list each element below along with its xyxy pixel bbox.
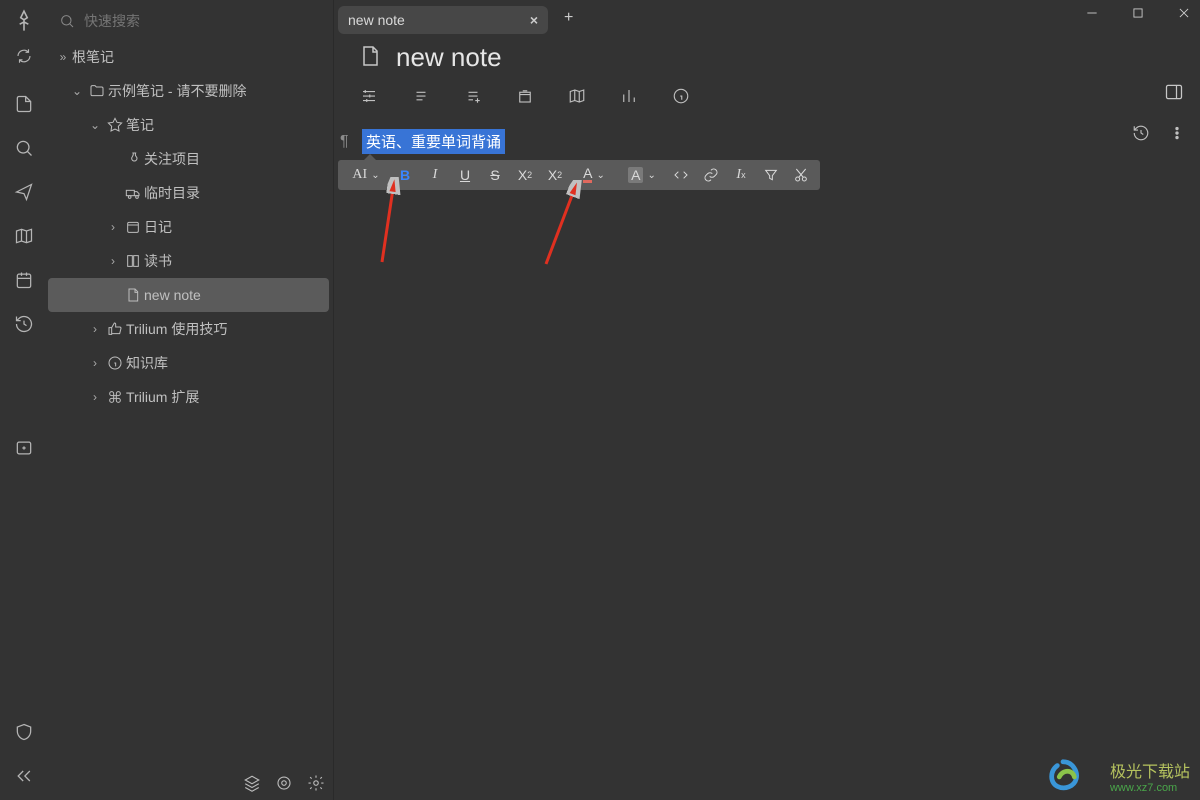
sync-icon[interactable] (10, 42, 38, 70)
selected-text[interactable]: 英语、重要单词背诵 (362, 129, 505, 154)
tree-item-examples[interactable]: ⌄ 示例笔记 - 请不要删除 (52, 74, 325, 108)
filter-icon[interactable] (756, 162, 786, 188)
link-button[interactable] (696, 162, 726, 188)
tree-label: 日记 (144, 217, 172, 237)
new-tab-button[interactable]: + (554, 9, 583, 27)
code-button[interactable] (666, 162, 696, 188)
tree-item-reading[interactable]: › 读书 (52, 244, 325, 278)
add-attr-icon[interactable] (462, 85, 484, 107)
layers-icon[interactable] (241, 772, 263, 794)
properties-icon[interactable] (358, 85, 380, 107)
tree-item-ext[interactable]: › Trilium 扩展 (52, 380, 325, 414)
tree-item-tips[interactable]: › Trilium 使用技巧 (52, 312, 325, 346)
basic-props-icon[interactable] (410, 85, 432, 107)
note-toolbar (334, 77, 1200, 117)
strike-button[interactable]: S (480, 162, 510, 188)
toggle-panel-icon[interactable] (1164, 82, 1184, 105)
protected-session-icon[interactable] (10, 434, 38, 462)
chevron-down-icon[interactable]: ⌄ (68, 84, 86, 98)
new-note-icon[interactable] (10, 90, 38, 118)
thumbs-up-icon (104, 321, 126, 337)
tree-item-notes[interactable]: ⌄ 笔记 (52, 108, 325, 142)
clear-format-button[interactable]: Ix (726, 162, 756, 188)
chevron-right-icon[interactable]: › (86, 322, 104, 336)
collapse-sidebar-icon[interactable] (10, 762, 38, 790)
formatting-toolbar: AI⌄ B I U S X2 X2 A⌄ A⌄ Ix (338, 160, 820, 190)
maximize-button[interactable] (1128, 6, 1148, 23)
tree-item-new-note[interactable]: new note (48, 278, 329, 312)
send-icon[interactable] (10, 178, 38, 206)
tree-item-kb[interactable]: › 知识库 (52, 346, 325, 380)
info-circle-icon[interactable] (670, 85, 692, 107)
tree-label: 关注项目 (144, 149, 200, 169)
chart-icon[interactable] (618, 85, 640, 107)
shield-icon[interactable] (10, 718, 38, 746)
flame-icon (122, 151, 144, 167)
calendar-small-icon (122, 219, 144, 235)
quick-search-input[interactable] (84, 13, 323, 29)
chevron-right-icon[interactable]: › (104, 220, 122, 234)
target-icon[interactable] (273, 772, 295, 794)
close-tab-icon[interactable]: × (530, 12, 538, 28)
note-title-icon (358, 44, 382, 71)
bold-button[interactable]: B (390, 162, 420, 188)
main-panel: new note ¶ 英语、重要单词背诵 (334, 36, 1200, 800)
quick-search-icon (58, 12, 76, 30)
close-window-button[interactable] (1174, 6, 1194, 23)
watermark-title: 极光下载站 (1110, 758, 1190, 782)
chevron-right-icon[interactable]: › (104, 254, 122, 268)
star-icon (104, 117, 126, 133)
logo-trilium-icon (10, 8, 38, 36)
tree-label: 示例笔记 - 请不要删除 (108, 81, 246, 101)
book-icon (122, 253, 144, 269)
tree-label: 知识库 (126, 353, 168, 373)
font-color-dropdown[interactable]: A⌄ (570, 162, 618, 188)
expand-icon[interactable]: » (54, 50, 72, 64)
note-title[interactable]: new note (396, 42, 502, 73)
tree-label: Trilium 扩展 (126, 387, 199, 407)
cut-button[interactable] (786, 162, 816, 188)
tab-new-note[interactable]: new note × (338, 6, 548, 34)
superscript-button[interactable]: X2 (510, 162, 540, 188)
heading-dropdown[interactable]: AI⌄ (342, 162, 390, 188)
search-icon[interactable] (10, 134, 38, 162)
tree-item-temp[interactable]: 临时目录 (52, 176, 325, 210)
tree-item-diary[interactable]: › 日记 (52, 210, 325, 244)
tab-title: new note (348, 12, 405, 28)
command-icon (104, 389, 126, 405)
chevron-down-icon[interactable]: ⌄ (86, 118, 104, 132)
tree-root[interactable]: » 根笔记 (52, 40, 325, 74)
tree-label: 笔记 (126, 115, 154, 135)
tree-label: new note (144, 287, 201, 303)
watermark-url: www.xz7.com (1110, 782, 1190, 794)
editor-body[interactable]: ¶ 英语、重要单词背诵 (334, 117, 1200, 154)
tree-item-follow[interactable]: 关注项目 (52, 142, 325, 176)
underline-button[interactable]: U (450, 162, 480, 188)
info-icon (104, 355, 126, 371)
tree-label: 临时目录 (144, 183, 200, 203)
chevron-right-icon[interactable]: › (86, 390, 104, 404)
tab-bar: new note × + (338, 0, 1200, 36)
history-icon[interactable] (10, 310, 38, 338)
calendar-icon[interactable] (10, 266, 38, 294)
truck-icon (122, 185, 144, 201)
tree-label: 根笔记 (72, 47, 114, 67)
folder-icon (86, 83, 108, 99)
italic-button[interactable]: I (420, 162, 450, 188)
map-icon[interactable] (10, 222, 38, 250)
gear-icon[interactable] (305, 772, 327, 794)
note-map-icon[interactable] (566, 85, 588, 107)
sidebar: » 根笔记 ⌄ 示例笔记 - 请不要删除 ⌄ 笔记 关注项目 临时目录 › 日记… (48, 0, 334, 800)
subscript-button[interactable]: X2 (540, 162, 570, 188)
box-icon[interactable] (514, 85, 536, 107)
tree-label: 读书 (144, 251, 172, 271)
pilcrow-icon[interactable]: ¶ (340, 133, 349, 151)
note-icon (122, 287, 144, 303)
chevron-right-icon[interactable]: › (86, 356, 104, 370)
watermark: 极光下载站 www.xz7.com (1110, 758, 1190, 794)
highlight-dropdown[interactable]: A⌄ (618, 162, 666, 188)
tree-label: Trilium 使用技巧 (126, 319, 227, 339)
minimize-button[interactable] (1082, 6, 1102, 23)
